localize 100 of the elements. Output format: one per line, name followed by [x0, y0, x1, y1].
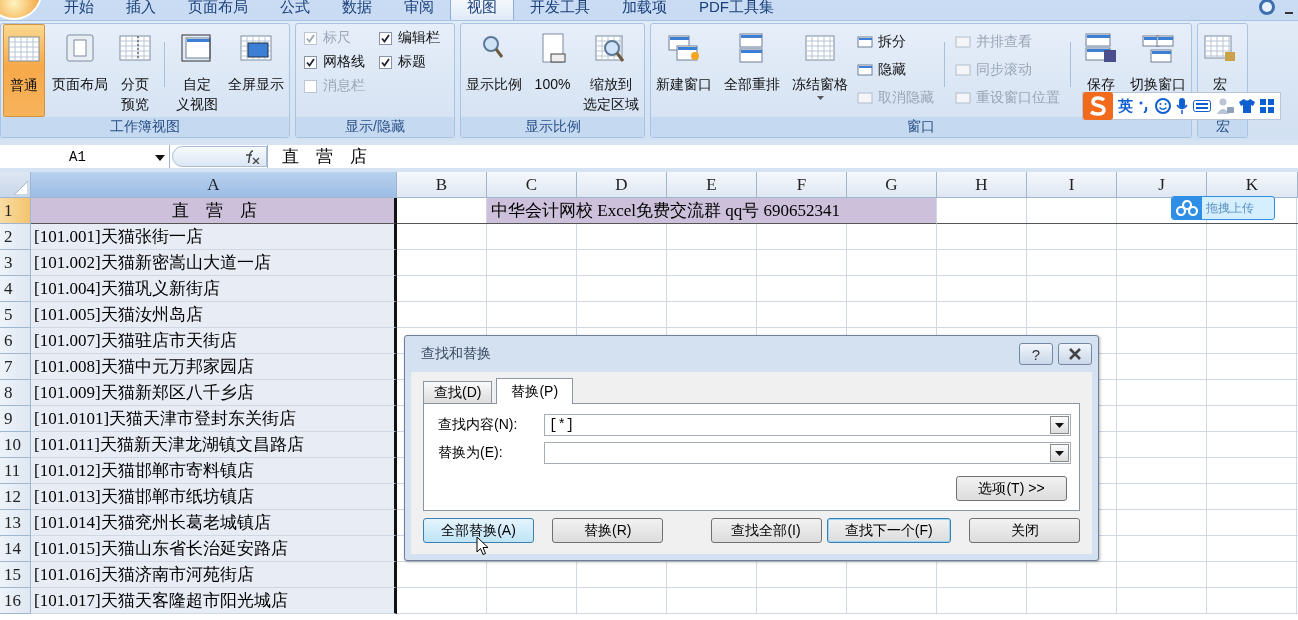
table-cell: [101.011]天猫新天津龙湖镇文昌路店	[31, 432, 397, 458]
function-icon[interactable]	[244, 149, 260, 164]
row-header[interactable]: 11	[0, 458, 31, 484]
ribbon-tab[interactable]: 加载项	[606, 0, 683, 20]
microphone-icon[interactable]	[1176, 98, 1188, 114]
ribbon-tab[interactable]: 开发工具	[514, 0, 606, 20]
ribbon-button[interactable]: 冻结窗格	[789, 24, 851, 112]
ribbon-tab[interactable]: PDF工具集	[683, 0, 790, 20]
ribbon-button[interactable]: 新建窗口	[653, 24, 715, 96]
dropdown-icon[interactable]	[155, 154, 165, 161]
shirt-icon[interactable]	[1239, 99, 1255, 113]
row-header[interactable]: 2	[0, 224, 31, 250]
close-icon	[1069, 348, 1081, 360]
ribbon-tab[interactable]: 数据	[326, 0, 388, 20]
close-button[interactable]	[1058, 343, 1092, 365]
row-header[interactable]: 12	[0, 484, 31, 510]
dialog-tab[interactable]: 替换(P)	[496, 378, 574, 404]
column-header[interactable]: J	[1117, 172, 1207, 198]
ribbon-button[interactable]: 全部重排	[721, 24, 783, 96]
ribbon-button[interactable]: 页面布局	[49, 24, 112, 96]
ribbon-button[interactable]: 隐藏	[857, 60, 934, 80]
table-cell: [101.017]天猫天客隆超市阳光城店	[31, 588, 397, 614]
window-icon	[857, 91, 873, 105]
column-header[interactable]: D	[577, 172, 667, 198]
user-icon[interactable]	[1216, 98, 1234, 114]
dialog-title: 查找和替换	[421, 345, 491, 363]
column-header[interactable]: G	[847, 172, 937, 198]
row-header[interactable]: 1	[0, 198, 31, 224]
ribbon-button[interactable]: 全屏显示	[224, 24, 287, 96]
row-header[interactable]: 16	[0, 588, 31, 614]
row-header[interactable]: 4	[0, 276, 31, 302]
ribbon-tab[interactable]: 视图	[450, 0, 514, 20]
dialog-button[interactable]: 查找下一个(F)	[826, 518, 951, 543]
dialog-button[interactable]: 替换(R)	[552, 518, 664, 543]
column-header[interactable]: K	[1207, 172, 1298, 198]
table-cell: [101.016]天猫济南市河苑街店	[31, 562, 397, 588]
combo-field[interactable]	[544, 442, 1071, 464]
column-header[interactable]: H	[937, 172, 1027, 198]
column-header[interactable]: F	[757, 172, 847, 198]
window-icon	[857, 63, 873, 77]
apps-icon[interactable]	[1260, 99, 1274, 113]
ribbon-tab[interactable]: 公式	[264, 0, 326, 20]
column-header[interactable]: E	[667, 172, 757, 198]
ribbon-button[interactable]: 宏	[1200, 24, 1240, 96]
help-button[interactable]: ?	[1019, 343, 1053, 365]
table-cell: [101.008]天猫中元万邦家园店	[31, 354, 397, 380]
row-header[interactable]: 9	[0, 406, 31, 432]
window-icon	[857, 35, 873, 49]
ribbon-button[interactable]: 保存	[1081, 24, 1121, 96]
ribbon-tab[interactable]: 审阅	[388, 0, 450, 20]
input-mode-label[interactable]: 英	[1118, 96, 1133, 116]
checkbox[interactable]: 编辑栏	[379, 29, 440, 47]
windows-icon	[667, 32, 701, 64]
combo-field[interactable]: [*]	[544, 414, 1071, 436]
punctuation-icon[interactable]	[1138, 99, 1150, 113]
ribbon-button[interactable]: 缩放到选定区域	[580, 24, 642, 116]
dialog-tab[interactable]: 查找(D)	[423, 381, 493, 403]
table-cell: [101.0101]天猫天津市登封东关街店	[31, 406, 397, 432]
ribbon-tab[interactable]: 插入	[110, 0, 172, 20]
ribbon-button[interactable]: 100%	[531, 24, 574, 96]
checkmark-icon	[381, 33, 390, 43]
ribbon-button[interactable]: 拆分	[857, 32, 934, 52]
options-button[interactable]: 选项(T) >>	[956, 476, 1067, 501]
column-header[interactable]: A	[31, 172, 397, 198]
ribbon-button[interactable]: 普通	[3, 24, 45, 117]
column-header[interactable]: C	[487, 172, 577, 198]
row-header[interactable]: 3	[0, 250, 31, 276]
table-cell: [101.013]天猫邯郸市纸坊镇店	[31, 484, 397, 510]
help-icon[interactable]	[1258, 0, 1276, 16]
ribbon-tab[interactable]: 开始	[48, 0, 110, 20]
keyboard-icon[interactable]	[1193, 100, 1211, 112]
row-header[interactable]: 13	[0, 510, 31, 536]
checkbox[interactable]: 标题	[379, 53, 440, 71]
row-header[interactable]: 15	[0, 562, 31, 588]
formula-input[interactable]: 直 营 店	[267, 145, 1298, 168]
row-header[interactable]: 8	[0, 380, 31, 406]
field-label: 替换为(E):	[438, 444, 504, 462]
dialog-button[interactable]: 查找全部(I)	[710, 518, 822, 543]
ribbon-button[interactable]: 自定义视图	[172, 24, 221, 116]
save-icon	[1084, 32, 1118, 64]
dropdown-icon[interactable]	[1055, 422, 1064, 428]
cloud-icon	[1176, 200, 1198, 216]
ribbon-button[interactable]: 分页预览	[115, 24, 156, 116]
ribbon-button[interactable]: 显示比例	[463, 24, 525, 96]
dropdown-icon[interactable]	[1055, 450, 1064, 456]
dialog-button[interactable]: 全部替换(A)	[423, 518, 534, 543]
row-header[interactable]: 6	[0, 328, 31, 354]
dialog-button[interactable]: 关闭	[969, 518, 1080, 543]
table-cell: 直 营 店	[31, 198, 397, 224]
row-header[interactable]: 10	[0, 432, 31, 458]
ribbon-button[interactable]: 切换窗口	[1127, 24, 1189, 96]
checkmark-icon	[306, 33, 315, 43]
column-header[interactable]: I	[1027, 172, 1117, 198]
column-header[interactable]: B	[397, 172, 487, 198]
row-header[interactable]: 7	[0, 354, 31, 380]
smiley-icon[interactable]	[1155, 98, 1171, 114]
checkbox[interactable]: 网格线	[304, 53, 365, 71]
ribbon-tab[interactable]: 页面布局	[172, 0, 264, 20]
row-header[interactable]: 5	[0, 302, 31, 328]
row-header[interactable]: 14	[0, 536, 31, 562]
